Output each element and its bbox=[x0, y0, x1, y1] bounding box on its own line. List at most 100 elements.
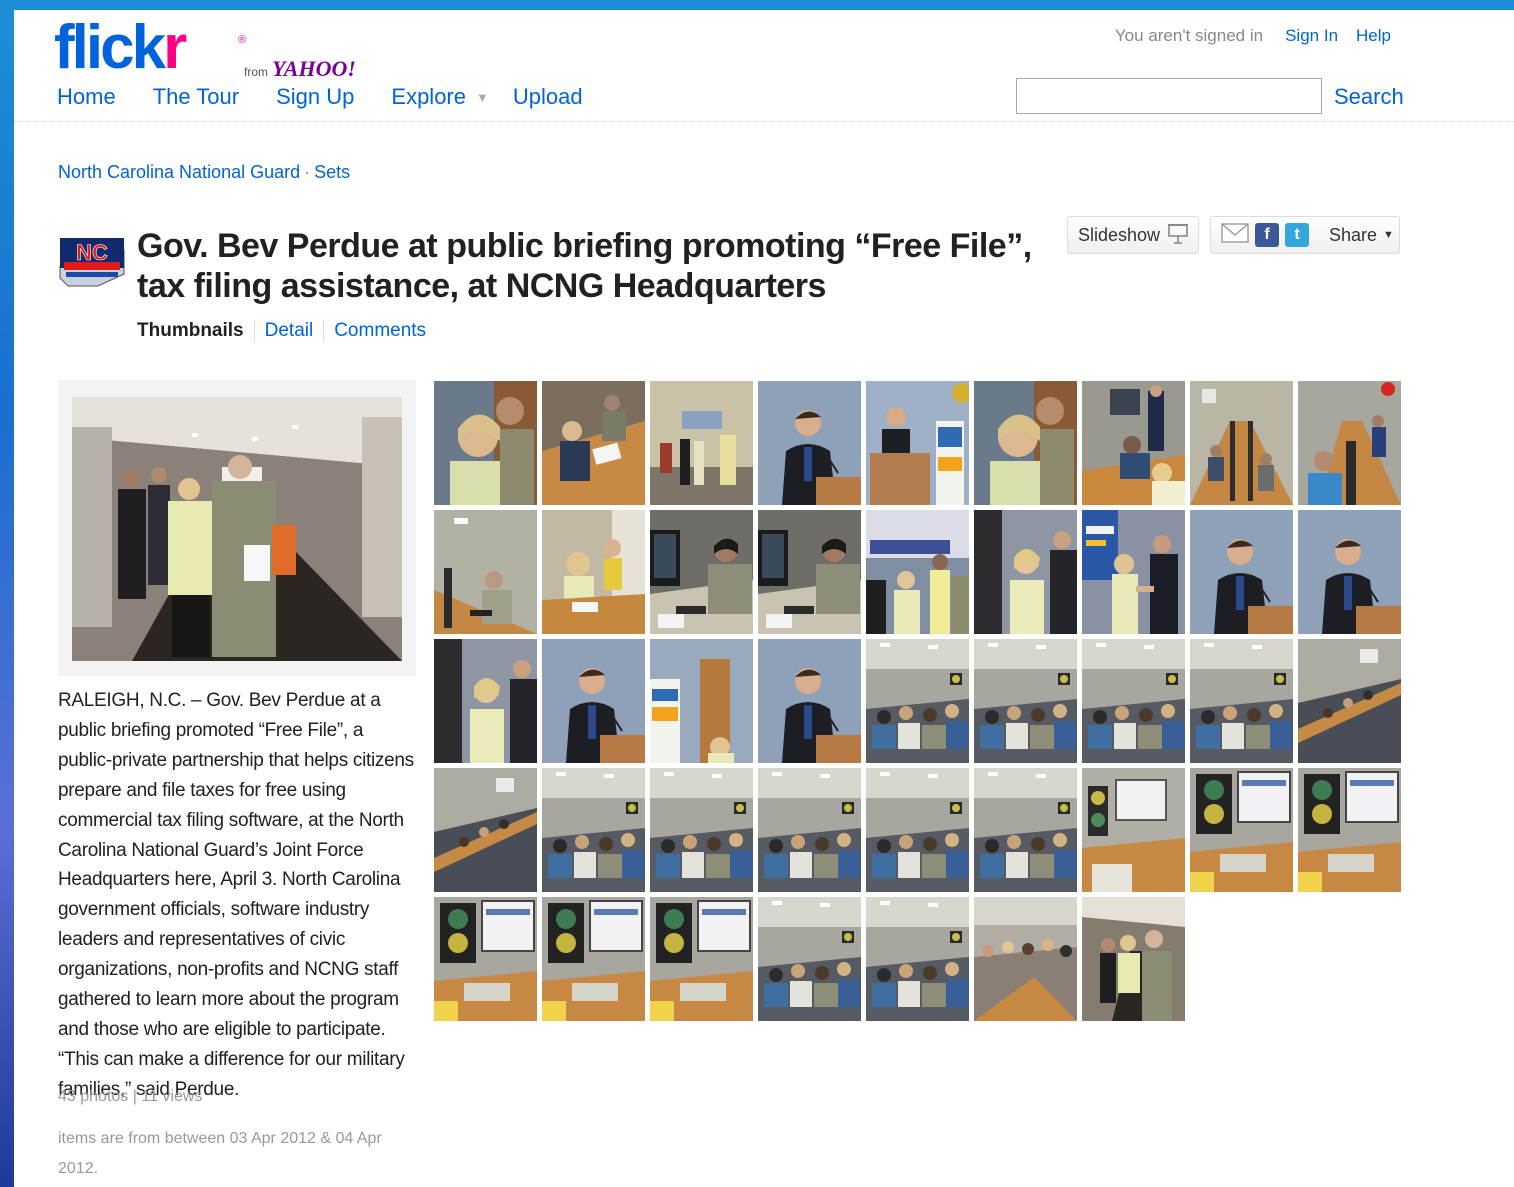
photo-hall-podium-people bbox=[650, 381, 753, 505]
account-bar: You aren't signed in Sign In Help bbox=[1115, 26, 1391, 46]
flickr-set-page: flickr ® from YAHOO! Home The Tour Sign … bbox=[14, 10, 1514, 1187]
share-caret-icon[interactable]: ▼ bbox=[1383, 229, 1394, 241]
envelope-icon[interactable] bbox=[1221, 222, 1249, 249]
photo-thumbnail[interactable] bbox=[974, 768, 1077, 892]
photo-emblem-and-screen bbox=[650, 897, 753, 1021]
photo-thumbnail[interactable] bbox=[974, 381, 1077, 505]
explore-caret-icon[interactable]: ▼ bbox=[476, 90, 489, 105]
facebook-icon[interactable]: f bbox=[1255, 223, 1279, 247]
photo-thumbnail[interactable] bbox=[1298, 381, 1401, 505]
photo-thumbnail[interactable] bbox=[974, 639, 1077, 763]
photo-thumbnail[interactable] bbox=[434, 639, 537, 763]
photo-briefing-table-writing bbox=[542, 381, 645, 505]
photo-briefing-room-audience bbox=[758, 768, 861, 892]
photo-emblem-and-screen bbox=[542, 897, 645, 1021]
main-nav: Home The Tour Sign Up Explore ▼ Upload bbox=[57, 84, 620, 110]
photo-speaker-at-podium bbox=[758, 639, 861, 763]
photo-governor-walking-hall bbox=[1082, 897, 1185, 1021]
photo-thumbnail[interactable] bbox=[542, 639, 645, 763]
ncng-buddy-icon[interactable]: NC bbox=[58, 226, 126, 302]
photo-thumbnail[interactable] bbox=[1082, 510, 1185, 634]
photo-thumbnail[interactable] bbox=[542, 381, 645, 505]
photo-briefing-room-audience bbox=[758, 897, 861, 1021]
nav-home[interactable]: Home bbox=[57, 84, 116, 110]
thumbnail-grid bbox=[434, 381, 1404, 1021]
photo-thumbnail[interactable] bbox=[434, 381, 537, 505]
sign-in-link[interactable]: Sign In bbox=[1285, 26, 1338, 46]
photo-thumbnail[interactable] bbox=[866, 510, 969, 634]
photo-thumbnail[interactable] bbox=[650, 897, 753, 1021]
photo-soldier-at-computer bbox=[650, 510, 753, 634]
photo-thumbnail[interactable] bbox=[866, 381, 969, 505]
set-cover-photo[interactable] bbox=[72, 397, 402, 661]
tab-thumbnails[interactable]: Thumbnails bbox=[137, 320, 244, 342]
photo-close-up-governor-and-officer bbox=[974, 381, 1077, 505]
photo-thumbnail[interactable] bbox=[866, 639, 969, 763]
photo-thumbnail[interactable] bbox=[974, 510, 1077, 634]
photo-thumbnail[interactable] bbox=[650, 768, 753, 892]
photo-thumbnail[interactable] bbox=[650, 639, 753, 763]
photo-thumbnail[interactable] bbox=[542, 768, 645, 892]
search-button[interactable]: Search bbox=[1334, 84, 1404, 110]
tab-divider bbox=[253, 320, 255, 342]
photo-thumbnail[interactable] bbox=[866, 768, 969, 892]
photo-thumbnail[interactable] bbox=[434, 897, 537, 1021]
share-label[interactable]: Share bbox=[1329, 225, 1377, 246]
photo-thumbnail[interactable] bbox=[434, 510, 537, 634]
photo-thumbnail[interactable] bbox=[974, 897, 1077, 1021]
photo-thumbnail[interactable] bbox=[1298, 510, 1401, 634]
breadcrumb-separator: · bbox=[304, 162, 311, 182]
photo-briefing-room-audience bbox=[1190, 639, 1293, 763]
photo-soldier-at-computer bbox=[758, 510, 861, 634]
photo-thumbnail[interactable] bbox=[758, 768, 861, 892]
photo-computer-lab-workstations bbox=[434, 510, 537, 634]
yahoo-logo: YAHOO! bbox=[272, 56, 356, 81]
photo-thumbnail[interactable] bbox=[758, 510, 861, 634]
photo-thumbnail[interactable] bbox=[1082, 381, 1185, 505]
photo-thumbnail[interactable] bbox=[758, 381, 861, 505]
photo-thumbnail[interactable] bbox=[434, 768, 537, 892]
tab-comments[interactable]: Comments bbox=[334, 320, 426, 342]
photo-thumbnail[interactable] bbox=[1082, 639, 1185, 763]
photo-briefing-room-audience bbox=[1082, 639, 1185, 763]
photo-thumbnail[interactable] bbox=[1298, 639, 1401, 763]
photo-thumbnail[interactable] bbox=[1190, 381, 1293, 505]
nav-explore[interactable]: Explore bbox=[391, 84, 466, 110]
photo-emblem-and-screen bbox=[1298, 768, 1401, 892]
help-link[interactable]: Help bbox=[1356, 26, 1391, 46]
photo-thumbnail[interactable] bbox=[758, 639, 861, 763]
photo-thumbnail[interactable] bbox=[1190, 639, 1293, 763]
photo-briefing-room-audience bbox=[542, 768, 645, 892]
photo-thumbnail[interactable] bbox=[1082, 768, 1185, 892]
photo-thumbnail[interactable] bbox=[1298, 768, 1401, 892]
nav-the-tour[interactable]: The Tour bbox=[153, 84, 239, 110]
logo-text-accent: r bbox=[163, 13, 187, 82]
photo-thumbnail[interactable] bbox=[1190, 510, 1293, 634]
flickr-logo[interactable]: flickr ® from YAHOO! bbox=[54, 17, 356, 82]
photo-thumbnail[interactable] bbox=[866, 897, 969, 1021]
photo-emergency-ops-banner-group bbox=[866, 510, 969, 634]
breadcrumb-owner[interactable]: North Carolina National Guard bbox=[58, 162, 300, 182]
photo-speaker-at-podium bbox=[758, 381, 861, 505]
photo-computer-lab-rows bbox=[1190, 381, 1293, 505]
nav-upload[interactable]: Upload bbox=[513, 84, 583, 110]
photo-thumbnail[interactable] bbox=[650, 510, 753, 634]
photo-thumbnail[interactable] bbox=[1082, 897, 1185, 1021]
photo-thumbnail[interactable] bbox=[542, 510, 645, 634]
photo-computer-lab-attendees bbox=[1298, 381, 1401, 505]
set-stats: 43 photos | 11 views bbox=[58, 1088, 203, 1105]
photo-thumbnail[interactable] bbox=[1190, 768, 1293, 892]
slideshow-button[interactable]: Slideshow bbox=[1067, 216, 1199, 254]
photo-thumbnail[interactable] bbox=[758, 897, 861, 1021]
twitter-icon[interactable]: t bbox=[1285, 223, 1309, 247]
photo-thumbnail[interactable] bbox=[650, 381, 753, 505]
search-input[interactable] bbox=[1016, 78, 1322, 114]
photo-emblem-and-screen bbox=[1190, 768, 1293, 892]
photo-briefing-room-audience bbox=[974, 768, 1077, 892]
slideshow-label: Slideshow bbox=[1078, 224, 1161, 245]
tab-detail[interactable]: Detail bbox=[265, 320, 314, 342]
photo-close-up-governor-and-officer bbox=[434, 381, 537, 505]
breadcrumb-sets[interactable]: Sets bbox=[314, 162, 350, 182]
nav-sign-up[interactable]: Sign Up bbox=[276, 84, 354, 110]
photo-thumbnail[interactable] bbox=[542, 897, 645, 1021]
